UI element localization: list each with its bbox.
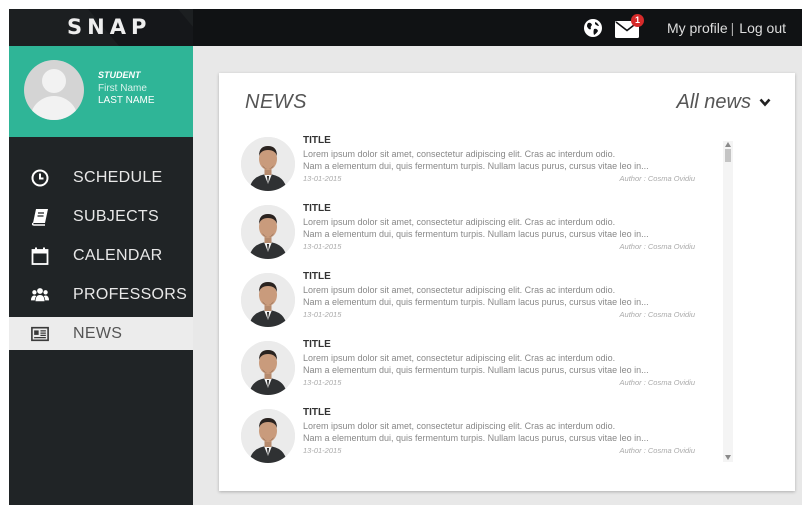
news-excerpt-line: Lorem ipsum dolor sit amet, consectetur … [303, 421, 616, 431]
news-item[interactable]: TITLE Lorem ipsum dolor sit amet, consec… [241, 201, 701, 269]
news-title: TITLE [303, 407, 331, 418]
avatar-body [30, 96, 78, 120]
scroll-up-icon[interactable] [725, 142, 731, 147]
news-date: 13-01-2015 [303, 310, 342, 319]
news-excerpt: Lorem ipsum dolor sit amet, consectetur … [303, 352, 703, 376]
app-logo[interactable]: SNAP [67, 15, 151, 39]
news-date: 13-01-2015 [303, 446, 342, 455]
author-avatar [241, 341, 295, 395]
logo-tab: SNAP [9, 9, 193, 46]
sidebar-item-calendar[interactable]: CALENDAR [9, 236, 193, 275]
news-excerpt-line: Nam a elementum dui, quis fermentum turp… [303, 365, 649, 375]
sidebar-item-news[interactable]: NEWS [9, 317, 193, 350]
news-excerpt-line: Lorem ipsum dolor sit amet, consectetur … [303, 149, 616, 159]
news-excerpt: Lorem ipsum dolor sit amet, consectetur … [303, 216, 703, 240]
users-icon [31, 287, 49, 301]
sidebar-item-label: PROFESSORS [73, 285, 188, 303]
news-excerpt-line: Nam a elementum dui, quis fermentum turp… [303, 433, 649, 443]
news-excerpt-line: Lorem ipsum dolor sit amet, consectetur … [303, 353, 616, 363]
news-excerpt: Lorem ipsum dolor sit amet, consectetur … [303, 148, 703, 172]
scrollbar-thumb[interactable] [725, 149, 731, 162]
news-scrollbar[interactable] [723, 141, 733, 462]
avatar-head [42, 69, 66, 93]
sidebar-item-label: SUBJECTS [73, 207, 159, 225]
news-date: 13-01-2015 [303, 378, 342, 387]
news-excerpt-line: Nam a elementum dui, quis fermentum turp… [303, 229, 649, 239]
news-excerpt: Lorem ipsum dolor sit amet, consectetur … [303, 284, 703, 308]
news-filter-label: All news [676, 91, 751, 113]
sidebar-item-schedule[interactable]: SCHEDULE [9, 158, 193, 197]
news-panel: NEWS All news TITLE Lorem ipsum dolor si… [219, 73, 795, 491]
news-item[interactable]: TITLE Lorem ipsum dolor sit amet, consec… [241, 133, 701, 201]
newspaper-icon [31, 326, 49, 341]
person-portrait-icon [241, 341, 295, 395]
link-separator: | [730, 19, 735, 36]
sidebar-item-label: SCHEDULE [73, 168, 163, 186]
person-portrait-icon [241, 205, 295, 259]
profile-last-name: LAST NAME [98, 95, 155, 106]
news-title: TITLE [303, 271, 331, 282]
news-excerpt-line: Lorem ipsum dolor sit amet, consectetur … [303, 217, 616, 227]
news-author: Author : Cosma Ovidiu [619, 174, 695, 183]
person-portrait-icon [241, 137, 295, 191]
sidebar-item-subjects[interactable]: SUBJECTS [9, 197, 193, 236]
page-title: NEWS [245, 91, 307, 113]
sidebar-nav: SCHEDULE SUBJECTS CALENDAR PROFESSORS NE… [9, 158, 193, 350]
clock-icon [31, 169, 49, 186]
news-title: TITLE [303, 135, 331, 146]
top-actions: 1 My profile | Log out [583, 9, 802, 46]
person-portrait-icon [241, 273, 295, 327]
news-item[interactable]: TITLE Lorem ipsum dolor sit amet, consec… [241, 269, 701, 337]
author-avatar [241, 205, 295, 259]
news-list: TITLE Lorem ipsum dolor sit amet, consec… [241, 133, 701, 473]
profile-first-name: First Name [98, 83, 147, 94]
scroll-down-icon[interactable] [725, 455, 731, 460]
news-item[interactable]: TITLE Lorem ipsum dolor sit amet, consec… [241, 337, 701, 405]
globe-icon[interactable] [583, 18, 603, 38]
calendar-icon [31, 247, 49, 265]
author-avatar [241, 409, 295, 463]
my-profile-link[interactable]: My profile [667, 20, 728, 36]
news-excerpt-line: Nam a elementum dui, quis fermentum turp… [303, 297, 649, 307]
sidebar-item-label: NEWS [73, 324, 123, 342]
news-filter-dropdown[interactable]: All news [677, 91, 771, 114]
news-item[interactable]: TITLE Lorem ipsum dolor sit amet, consec… [241, 405, 701, 473]
sidebar-item-label: CALENDAR [73, 246, 163, 264]
news-title: TITLE [303, 339, 331, 350]
news-excerpt: Lorem ipsum dolor sit amet, consectetur … [303, 420, 703, 444]
app-window: SNAP 1 My profile | Log out STUDENT Firs… [9, 9, 802, 505]
news-excerpt-line: Lorem ipsum dolor sit amet, consectetur … [303, 285, 616, 295]
sidebar-item-professors[interactable]: PROFESSORS [9, 275, 193, 314]
news-author: Author : Cosma Ovidiu [619, 242, 695, 251]
profile-role: STUDENT [98, 70, 141, 80]
author-avatar [241, 273, 295, 327]
news-author: Author : Cosma Ovidiu [619, 446, 695, 455]
chevron-down-icon [759, 98, 771, 107]
news-title: TITLE [303, 203, 331, 214]
news-date: 13-01-2015 [303, 174, 342, 183]
sidebar: STUDENT First Name LAST NAME SCHEDULE SU… [9, 46, 193, 505]
notification-badge: 1 [630, 13, 644, 27]
mail-button[interactable]: 1 [614, 13, 645, 39]
logout-link[interactable]: Log out [739, 20, 786, 36]
news-date: 13-01-2015 [303, 242, 342, 251]
person-portrait-icon [241, 409, 295, 463]
avatar [24, 60, 84, 120]
profile-card[interactable]: STUDENT First Name LAST NAME [9, 46, 193, 137]
news-author: Author : Cosma Ovidiu [619, 310, 695, 319]
top-bar: SNAP 1 My profile | Log out [9, 9, 802, 46]
news-author: Author : Cosma Ovidiu [619, 378, 695, 387]
book-icon [31, 208, 48, 226]
news-excerpt-line: Nam a elementum dui, quis fermentum turp… [303, 161, 649, 171]
author-avatar [241, 137, 295, 191]
